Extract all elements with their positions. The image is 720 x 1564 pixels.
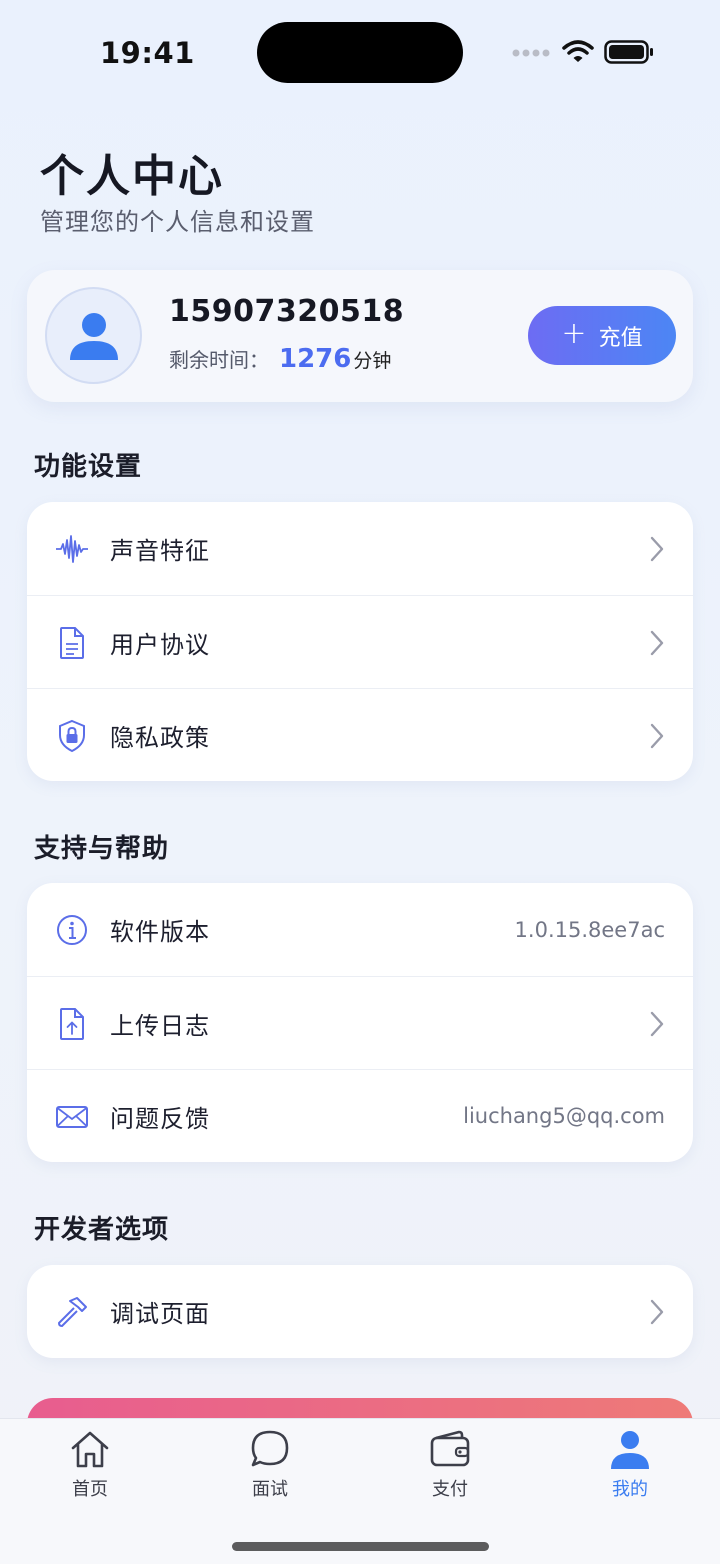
- row-label: 上传日志: [110, 1011, 210, 1040]
- tab-mine[interactable]: 我的: [580, 1429, 680, 1509]
- tab-label: 首页: [72, 1479, 108, 1500]
- status-time: 19:41: [100, 36, 195, 70]
- document-icon: [55, 626, 89, 660]
- remaining-time-value: 1276: [279, 344, 352, 374]
- functions-card: 声音特征 用户协议 隐私政策: [27, 502, 693, 781]
- waveform-icon: [55, 532, 89, 566]
- section-title-functions: 功能设置: [34, 452, 143, 482]
- person-icon: [611, 1431, 649, 1469]
- mail-icon: [55, 1100, 89, 1134]
- plus-icon: +: [561, 316, 587, 351]
- recharge-button[interactable]: + 充值: [528, 306, 676, 365]
- signal-icon: [512, 49, 550, 57]
- chevron-right-icon: [650, 630, 664, 656]
- wallet-icon: [430, 1430, 470, 1467]
- shield-lock-icon: [55, 719, 89, 753]
- developer-card: 调试页面: [27, 1265, 693, 1358]
- row-upload-log[interactable]: 上传日志: [27, 976, 693, 1069]
- row-label: 软件版本: [110, 918, 210, 946]
- page-title: 个人中心: [40, 151, 224, 202]
- feedback-email: liuchang5@qq.com: [463, 1104, 665, 1128]
- row-voice-feature[interactable]: 声音特征: [27, 502, 693, 595]
- version-value: 1.0.15.8ee7ac: [514, 917, 665, 942]
- section-title-support: 支持与帮助: [34, 834, 170, 864]
- tab-label: 我的: [612, 1479, 648, 1500]
- avatar[interactable]: [45, 287, 142, 384]
- row-feedback[interactable]: 问题反馈 liuchang5@qq.com: [27, 1069, 693, 1162]
- section-title-developer: 开发者选项: [34, 1215, 170, 1245]
- home-icon: [71, 1431, 109, 1468]
- home-indicator: [232, 1542, 489, 1551]
- chevron-right-icon: [650, 1011, 664, 1037]
- upload-file-icon: [55, 1007, 89, 1041]
- row-label: 声音特征: [110, 537, 210, 565]
- status-icons: [512, 40, 654, 64]
- support-card: 软件版本 1.0.15.8ee7ac 上传日志 问题反馈 liuchang5@q…: [27, 883, 693, 1162]
- row-label: 用户协议: [110, 630, 210, 659]
- row-label: 调试页面: [110, 1300, 210, 1328]
- tab-label: 支付: [432, 1479, 468, 1500]
- wifi-icon: [562, 40, 594, 62]
- phone-number: 15907320518: [169, 294, 405, 329]
- hammer-icon: [55, 1295, 89, 1329]
- tab-label: 面试: [252, 1479, 288, 1500]
- chevron-right-icon: [650, 536, 664, 562]
- battery-icon: [604, 40, 653, 64]
- row-debug-page[interactable]: 调试页面: [27, 1265, 693, 1358]
- row-label: 问题反馈: [110, 1104, 210, 1133]
- profile-card: 15907320518 剩余时间： 1276 分钟 + 充值: [27, 270, 693, 402]
- dynamic-island: [257, 22, 463, 83]
- chevron-right-icon: [650, 723, 664, 749]
- tab-interview[interactable]: 面试: [220, 1429, 320, 1509]
- chat-bubble-icon: [251, 1430, 289, 1467]
- remaining-time-unit: 分钟: [353, 350, 392, 372]
- row-label: 隐私政策: [110, 723, 210, 752]
- tab-home[interactable]: 首页: [40, 1429, 140, 1509]
- status-bar: 19:41: [0, 0, 720, 110]
- remaining-time-label: 剩余时间：: [169, 348, 269, 372]
- recharge-label: 充值: [598, 325, 643, 351]
- chevron-right-icon: [650, 1299, 664, 1325]
- row-user-agreement[interactable]: 用户协议: [27, 595, 693, 688]
- row-software-version[interactable]: 软件版本 1.0.15.8ee7ac: [27, 883, 693, 976]
- tab-payment[interactable]: 支付: [400, 1429, 500, 1509]
- remaining-time: 剩余时间： 1276 分钟: [169, 344, 391, 374]
- page-subtitle: 管理您的个人信息和设置: [40, 208, 315, 236]
- info-icon: [55, 913, 89, 947]
- row-privacy-policy[interactable]: 隐私政策: [27, 688, 693, 781]
- person-icon: [69, 312, 118, 360]
